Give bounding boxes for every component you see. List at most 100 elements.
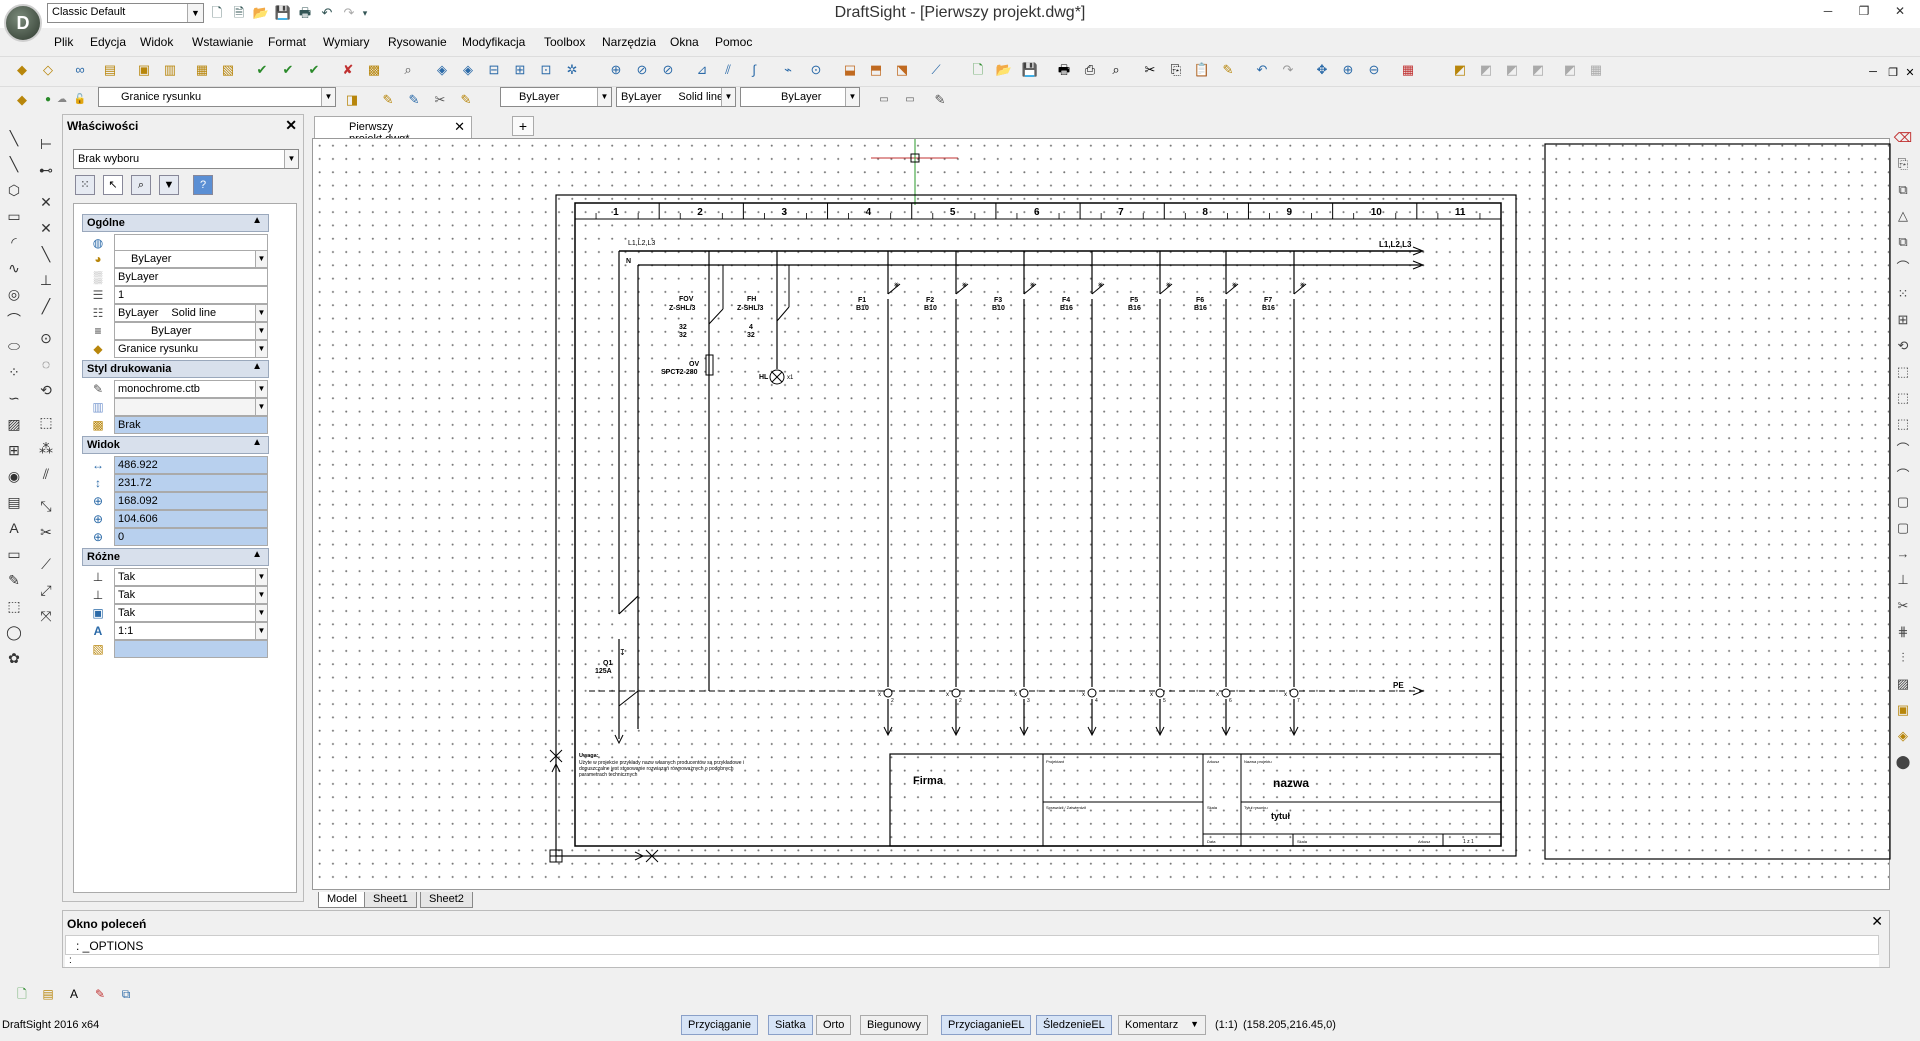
circle-center-icon[interactable]: ⊙ (36, 328, 56, 348)
app-logo[interactable]: D (4, 4, 42, 42)
explode-entity-icon[interactable]: ⊥ (1892, 570, 1914, 590)
xref-icon[interactable]: ▦ (192, 60, 212, 80)
prop-lineweight-select[interactable]: ByLayer ▼ (114, 322, 268, 340)
format-painter-icon[interactable]: ✎ (1218, 60, 1238, 80)
menu-wymiary[interactable]: Wymiary (323, 35, 370, 49)
spline-icon[interactable]: ∿ (4, 258, 24, 278)
mtext-icon[interactable]: ▭ (4, 544, 24, 564)
prop-print-table-select[interactable]: monochrome.ctb ▼ (114, 380, 268, 398)
prop-color-select[interactable]: ByLayer ▼ (114, 250, 268, 268)
layer-manager-icon[interactable]: ◇ (38, 60, 58, 80)
link-icon[interactable]: ∞ (70, 60, 90, 80)
section-view[interactable]: Widok ▲ (82, 436, 269, 454)
menu-pomoc[interactable]: Pomoc (715, 35, 752, 49)
edit-sheet-icon[interactable]: ✎ (90, 984, 110, 1004)
layer-previous-icon[interactable]: ◨ (342, 90, 362, 110)
prop-pattern[interactable]: ByLayer (114, 268, 268, 286)
offset-icon[interactable]: ⫽ (36, 464, 56, 484)
snap2-icon[interactable]: ◈ (458, 60, 478, 80)
measure-entity-icon[interactable]: ▨ (1892, 674, 1914, 694)
prop-annotation-scale-select[interactable]: 1:1 ▼ (114, 622, 268, 640)
copy-sheet-icon[interactable]: ⧉ (116, 984, 136, 1004)
selection-select[interactable]: Brak wyboru ▼ (73, 149, 299, 169)
grid-toggle[interactable]: Siatka (768, 1015, 813, 1035)
dim-aligned-icon[interactable]: ⊷ (36, 160, 56, 180)
insert-block-icon[interactable]: ▣ (134, 60, 154, 80)
layer-icon[interactable]: ◆ (12, 60, 32, 80)
edit-entity-icon[interactable]: ✂ (1892, 596, 1914, 616)
section-general[interactable]: Ogólne ▲ (82, 214, 269, 232)
center-snap-icon[interactable]: ⊕ (606, 60, 626, 80)
text-icon[interactable]: A (4, 518, 24, 538)
mirror-icon[interactable]: ⤡ (36, 496, 56, 516)
undo-tool-icon[interactable]: ↶ (1252, 60, 1272, 80)
join-icon[interactable]: ⊥ (36, 270, 56, 290)
minimize-icon[interactable]: ─ (1816, 3, 1840, 19)
layer-manager-btn-icon[interactable]: ◆ (12, 90, 32, 110)
recover-icon[interactable]: ✔ (278, 60, 298, 80)
infinite-line-icon[interactable]: ╲ (4, 154, 24, 174)
check-icon[interactable]: ✔ (252, 60, 272, 80)
rectangle-icon[interactable]: ▭ (4, 206, 24, 226)
audit-icon[interactable]: ✔ (304, 60, 324, 80)
insertion-icon[interactable]: ⌁ (778, 60, 798, 80)
print-preview-icon[interactable]: ⎙ (1080, 60, 1100, 80)
filter-icon[interactable]: ▼ (159, 175, 179, 195)
close-icon[interactable]: ✕ (285, 117, 297, 134)
section-print[interactable]: Styl drukowania ▲ (82, 360, 269, 378)
table-style-icon[interactable]: ✎ (930, 90, 950, 110)
join-entity-icon[interactable]: ▢ (1892, 492, 1914, 512)
prop-layer-select[interactable]: Granice rysunku ▼ (114, 340, 268, 358)
chamfer-entity-icon[interactable]: ▢ (1892, 518, 1914, 538)
snap4-icon[interactable]: ⊞ (510, 60, 530, 80)
array-icon[interactable]: ⁂ (36, 438, 56, 458)
match2-icon[interactable]: ✎ (404, 90, 424, 110)
snap-toggle[interactable]: Przyciąganie (681, 1015, 758, 1035)
ucs-icon[interactable]: ⬓ (840, 60, 860, 80)
view6-icon[interactable]: ▦ (1586, 60, 1606, 80)
document-tab[interactable]: Pierwszy projekt.dwg* ✕ (314, 116, 472, 145)
save-doc-icon[interactable]: 💾 (1020, 60, 1040, 80)
circle-icon[interactable]: ◎ (4, 284, 24, 304)
line-icon[interactable]: ╲ (4, 128, 24, 148)
point-icon[interactable]: ✎ (4, 570, 24, 590)
redo-tool-icon[interactable]: ↷ (1278, 60, 1298, 80)
pan-icon[interactable]: ✥ (1312, 60, 1332, 80)
add-tab-icon[interactable]: + (512, 116, 534, 136)
array-entity-icon[interactable]: ⁙ (1892, 284, 1914, 304)
color-select[interactable]: ByLayer ▼ (500, 87, 612, 107)
print-doc-icon[interactable]: 🖶 (1054, 60, 1074, 80)
ungroup-icon[interactable]: ◈ (1892, 726, 1914, 746)
group-icon[interactable]: ▣ (1892, 700, 1914, 720)
ucs2-icon[interactable]: ⬒ (866, 60, 886, 80)
linestyle-select[interactable]: ByLayer Solid line ▼ (616, 87, 736, 107)
perpendicular-icon[interactable]: ⊿ (692, 60, 712, 80)
help-icon[interactable]: ? (193, 175, 213, 195)
quadrant-snap-icon[interactable]: ⊘ (632, 60, 652, 80)
shape-icon[interactable]: ✿ (4, 648, 24, 668)
polygon-icon[interactable]: ⬡ (4, 180, 24, 200)
donut-icon[interactable]: ◯ (4, 622, 24, 642)
drawing-canvas[interactable]: 1 2 3 4 5 6 7 8 9 10 11 L1,L2,L3 N L1,L2,L3 Q1 125… (312, 138, 1891, 890)
prop-scale[interactable]: 1 (114, 286, 268, 304)
layer-delete-icon[interactable]: ✂ (430, 90, 450, 110)
menu-okna[interactable]: Okna (670, 35, 699, 49)
arc-icon[interactable]: ◜ (4, 232, 24, 252)
find-icon[interactable]: ⌕ (398, 60, 418, 80)
pack-icon[interactable]: ▩ (364, 60, 384, 80)
polar-toggle[interactable]: Biegunowy (860, 1015, 928, 1035)
preview-icon[interactable]: ⌕ (1106, 60, 1126, 80)
scale-entity-icon[interactable]: ⟲ (1892, 336, 1914, 356)
close-icon[interactable]: ✕ (454, 119, 465, 135)
mirror-entity-icon[interactable]: ⧉ (1892, 180, 1914, 200)
ucs3-icon[interactable]: ⬔ (892, 60, 912, 80)
region-icon[interactable]: ◉ (4, 466, 24, 486)
stretch-icon[interactable]: ╱ (36, 296, 56, 316)
open-doc-icon[interactable]: 📂 (994, 60, 1014, 80)
open-sheet-icon[interactable]: ▤ (38, 984, 58, 1004)
prop-view-width[interactable]: 486.922 (114, 456, 268, 474)
menu-toolbox[interactable]: Toolbox (544, 35, 585, 49)
match-props-icon[interactable]: ✎ (378, 90, 398, 110)
purge-icon[interactable]: ✘ (338, 60, 358, 80)
prop-visual-style[interactable] (114, 640, 268, 658)
